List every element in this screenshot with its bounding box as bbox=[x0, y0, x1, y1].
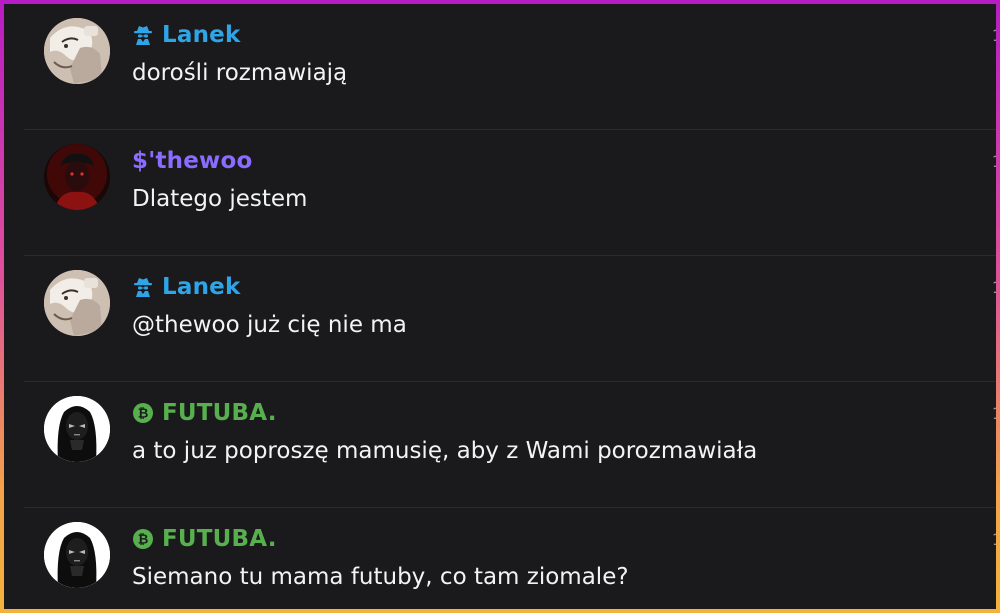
avatar[interactable] bbox=[44, 18, 110, 84]
chat-message[interactable]: Lanek @thewoo już cię nie ma 1 bbox=[4, 256, 996, 382]
chat-message[interactable]: ₿ FUTUBA. a to juz poproszę mamusię, aby… bbox=[4, 382, 996, 508]
chat-message[interactable]: Lanek dorośli rozmawiają 1 bbox=[4, 4, 996, 130]
masked-figure-avatar-image bbox=[44, 522, 110, 588]
svg-text:₿: ₿ bbox=[138, 533, 149, 548]
message-text: Siemano tu mama futuby, co tam ziomale? bbox=[132, 564, 629, 590]
message-text: dorośli rozmawiają bbox=[132, 60, 348, 86]
avatar[interactable] bbox=[44, 396, 110, 462]
chat-message[interactable]: ₿ FUTUBA. Siemano tu mama futuby, co tam… bbox=[4, 508, 996, 609]
username[interactable]: Lanek bbox=[162, 274, 240, 300]
avatar[interactable] bbox=[44, 144, 110, 210]
message-header: Lanek bbox=[132, 272, 240, 302]
detective-icon bbox=[132, 24, 154, 46]
username[interactable]: FUTUBA. bbox=[162, 400, 277, 426]
username[interactable]: FUTUBA. bbox=[162, 526, 277, 552]
dark-red-avatar-image bbox=[44, 144, 110, 210]
bitcoin-icon: ₿ bbox=[132, 528, 154, 550]
message-header: Lanek bbox=[132, 20, 240, 50]
timestamp-fragment: 1 bbox=[992, 404, 996, 423]
masked-figure-avatar-image bbox=[44, 396, 110, 462]
bitcoin-icon: ₿ bbox=[132, 402, 154, 424]
message-text: @thewoo już cię nie ma bbox=[132, 312, 407, 338]
username[interactable]: Lanek bbox=[162, 22, 240, 48]
avatar[interactable] bbox=[44, 270, 110, 336]
avatar[interactable] bbox=[44, 522, 110, 588]
message-header: ₿ FUTUBA. bbox=[132, 524, 277, 554]
svg-text:₿: ₿ bbox=[138, 407, 149, 422]
anime-avatar-image bbox=[44, 18, 110, 84]
detective-icon bbox=[132, 276, 154, 298]
message-header: $'thewoo bbox=[132, 146, 252, 176]
chat-message[interactable]: $'thewoo Dlatego jestem 1 bbox=[4, 130, 996, 256]
chat-message-list: Lanek dorośli rozmawiają 1 $'thewoo Dlat… bbox=[4, 4, 996, 609]
message-text: Dlatego jestem bbox=[132, 186, 308, 212]
username[interactable]: $'thewoo bbox=[132, 148, 252, 174]
anime-avatar-image bbox=[44, 270, 110, 336]
timestamp-fragment: 1 bbox=[992, 530, 996, 549]
timestamp-fragment: 1 bbox=[992, 278, 996, 297]
timestamp-fragment: 1 bbox=[992, 26, 996, 45]
message-header: ₿ FUTUBA. bbox=[132, 398, 277, 428]
timestamp-fragment: 1 bbox=[992, 152, 996, 171]
message-text: a to juz poproszę mamusię, aby z Wami po… bbox=[132, 438, 758, 464]
